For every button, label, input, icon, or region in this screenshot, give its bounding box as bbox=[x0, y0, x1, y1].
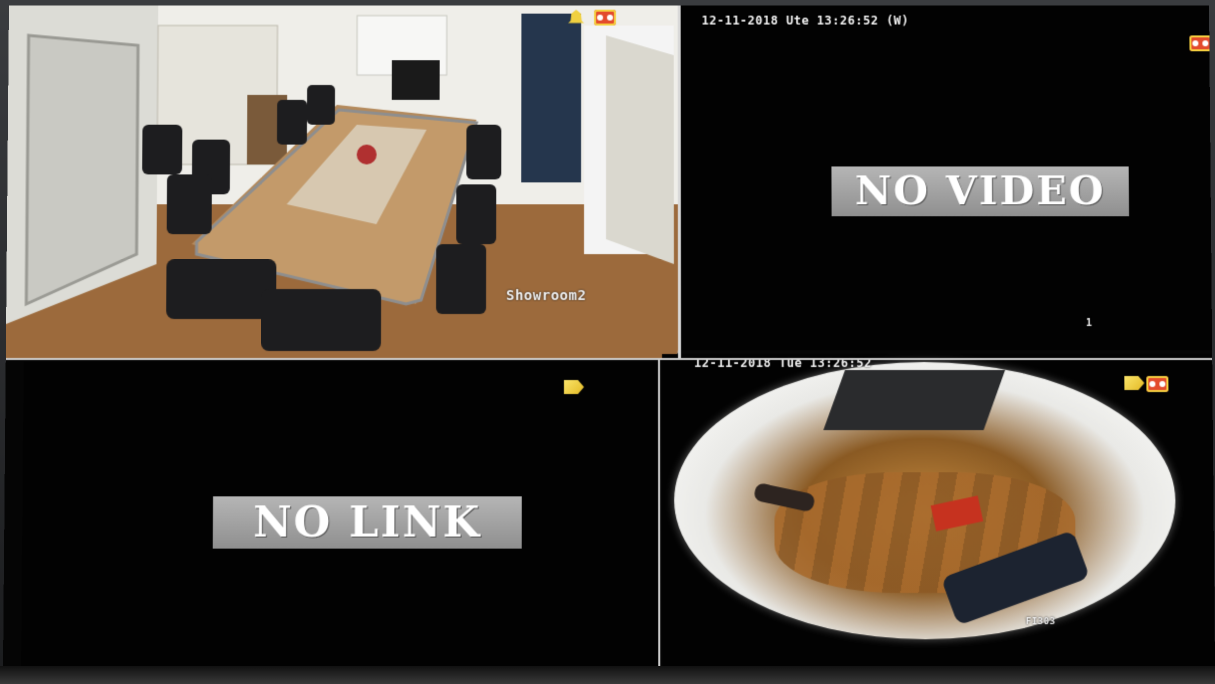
record-icon bbox=[1146, 376, 1168, 392]
camera-timestamp: 12-11-2018 Ute 13:26:52 (W) bbox=[702, 14, 910, 28]
channel-number: 1 bbox=[1086, 318, 1093, 329]
camera-name: Showroom2 bbox=[506, 288, 586, 304]
conference-room-scene bbox=[6, 6, 678, 358]
no-link-banner: NO LINK bbox=[213, 496, 522, 548]
camera-name: FI303 bbox=[1026, 617, 1056, 627]
grid-divider bbox=[6, 358, 1212, 360]
monitor-stand bbox=[0, 666, 1215, 684]
camera-tile-4[interactable]: 12-11-2018 Tue 13:26:52 FI303 bbox=[662, 354, 1215, 670]
grid-divider bbox=[678, 6, 681, 358]
grid-divider bbox=[658, 358, 660, 670]
record-icon bbox=[1189, 35, 1211, 51]
motion-icon bbox=[1124, 376, 1144, 390]
no-video-banner: NO VIDEO bbox=[831, 166, 1129, 216]
record-icon bbox=[594, 10, 616, 26]
camera-tile-1[interactable]: Showroom2 bbox=[6, 6, 678, 358]
camera-tile-3[interactable]: NO LINK bbox=[21, 362, 658, 670]
camera-tile-2[interactable]: 12-11-2018 Ute 13:26:52 (W) NO VIDEO 1 bbox=[682, 6, 1212, 350]
nvr-screen: Showroom2 12-11-2018 Ute 13:26:52 (W) NO… bbox=[3, 6, 1215, 670]
fisheye-office-scene bbox=[674, 362, 1177, 639]
motion-icon bbox=[564, 380, 584, 394]
